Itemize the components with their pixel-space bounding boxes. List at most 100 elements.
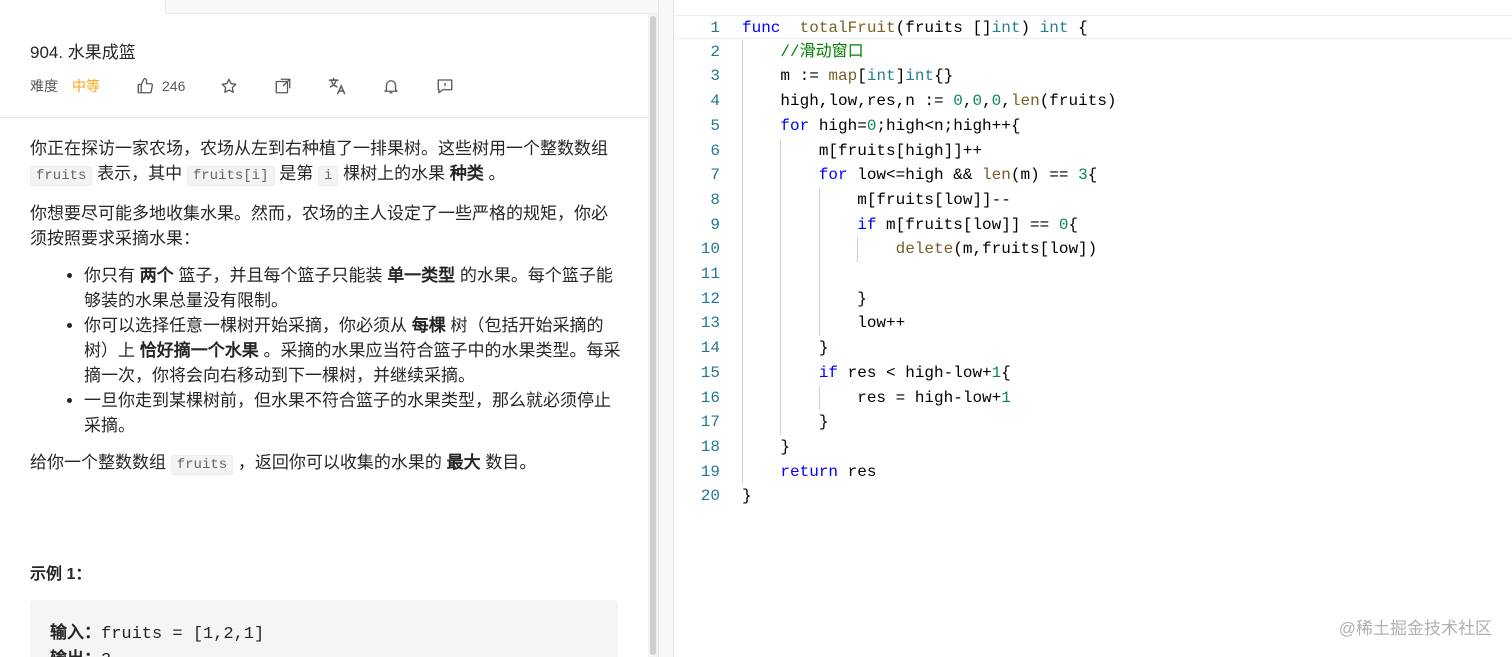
code-line[interactable]: 8 m[fruits[low]]-- [675, 188, 1512, 212]
scrollbar-thumb[interactable] [650, 16, 656, 655]
code-token: (fruits) [1039, 92, 1117, 111]
code-token: 1 [1001, 388, 1011, 407]
code-token: { [1068, 215, 1079, 234]
code-line[interactable]: 2 //滑动窗口 [675, 40, 1512, 64]
code-token: ;high<n;high++{ [876, 116, 1021, 135]
line-number: 13 [700, 314, 720, 333]
line-number: 12 [700, 289, 720, 308]
code-text: } [742, 336, 829, 360]
code-token: len [1010, 92, 1040, 111]
tab-strip [0, 0, 660, 14]
code-text: for low<=high && len(m) == 3{ [742, 163, 1097, 187]
code-token: 0 [866, 116, 877, 135]
problem-statement: 你正在探访一家农场，农场从左到右种植了一排果树。这些树用一个整数数组 fruit… [30, 136, 622, 490]
code-line[interactable]: 6 m[fruits[high]]++ [675, 139, 1512, 163]
line-number: 7 [710, 166, 720, 185]
code-token: delete [895, 240, 954, 259]
statement-text: 。 [483, 164, 506, 183]
feedback-button[interactable] [435, 76, 455, 96]
code-token: 0 [972, 92, 983, 111]
line-number: 2 [710, 42, 720, 61]
code-token: ) [1020, 19, 1040, 37]
favorite-button[interactable] [219, 76, 239, 96]
code-token: (m) == [1010, 166, 1079, 185]
code-line[interactable]: 18 } [675, 435, 1512, 459]
code-token: } [742, 339, 829, 358]
line-number: 1 [710, 19, 720, 37]
share-button[interactable] [273, 76, 293, 96]
example-input-label: 输入： [50, 623, 101, 642]
code-line[interactable]: 19 return res [675, 460, 1512, 484]
code-line[interactable]: 7 for low<=high && len(m) == 3{ [675, 163, 1512, 187]
like-button[interactable]: 246 [136, 77, 185, 95]
description-scrollbar[interactable] [648, 14, 658, 657]
code-token: m[fruits[low]] == [876, 215, 1059, 234]
code-token: [ [857, 67, 867, 86]
line-number: 20 [700, 487, 720, 506]
code-token: } [742, 289, 867, 308]
translate-button[interactable] [327, 76, 347, 96]
problem-title: 904. 水果成篮 [30, 43, 136, 62]
feedback-icon [437, 79, 453, 94]
code-line[interactable]: 14 } [675, 336, 1512, 360]
code-line[interactable]: 9 if m[fruits[low]] == 0{ [675, 213, 1512, 237]
statement-text: ，返回你可以收集的水果的 [233, 453, 447, 472]
code-token: 0 [953, 92, 963, 111]
code-editor[interactable]: 1 func totalFruit(fruits []int) int {2 //… [675, 14, 1512, 657]
code-token: m[fruits[low]]-- [742, 190, 1011, 209]
code-token: low<=high && [847, 166, 983, 185]
example-block: 输入：fruits = [1,2,1] 输出：3 [30, 600, 618, 657]
bell-icon [384, 80, 399, 94]
statement-text: 数目。 [480, 453, 537, 472]
code-token: { [1087, 166, 1098, 185]
code-line[interactable]: 20} [675, 484, 1512, 508]
code-token: int [1039, 19, 1069, 37]
rules-list: 你只有 两个 篮子，并且每个篮子只能装 单一类型 的水果。每个篮子能够装的水果总… [84, 263, 622, 438]
code-text: m[fruits[low]]-- [742, 188, 1011, 212]
emphasis-text: 两个 [139, 266, 174, 285]
code-line[interactable]: 15 if res < high-low+1{ [675, 361, 1512, 385]
like-count: 246 [162, 78, 186, 94]
meta-divider [0, 117, 648, 118]
code-token: } [742, 413, 829, 432]
code-token: , [962, 92, 973, 111]
code-token: //滑动窗口 [780, 42, 864, 61]
code-line[interactable]: 4 high,low,res,n := 0,0,0,len(fruits) [675, 89, 1512, 113]
code-line[interactable]: 3 m := map[int]int{} [675, 64, 1512, 88]
code-line[interactable]: 1 func totalFruit(fruits []int) int { [675, 15, 1512, 39]
code-line[interactable]: 17 } [675, 410, 1512, 434]
inline-code: fruits [170, 455, 234, 475]
code-text: } [742, 435, 790, 459]
code-line[interactable]: 16 res = high-low+1 [675, 386, 1512, 410]
notification-button[interactable] [381, 76, 401, 96]
code-line[interactable]: 10 delete(m,fruits[low]) [675, 237, 1512, 261]
code-line[interactable]: 13 low++ [675, 311, 1512, 335]
code-token: (fruits [] [895, 19, 992, 37]
line-number: 8 [710, 190, 720, 209]
code-text: } [742, 410, 829, 434]
example-output-label: 输出： [50, 649, 101, 657]
code-token: { [1001, 363, 1011, 382]
code-line[interactable]: 11 [675, 262, 1512, 286]
code-line[interactable]: 5 for high=0;high<n;high++{ [675, 114, 1512, 138]
panel-splitter[interactable] [658, 0, 674, 657]
statement-text: 你只有 [84, 266, 140, 285]
code-token: (m,fruits[low]) [953, 240, 1098, 259]
line-number: 18 [700, 437, 720, 456]
statement-text: 给你一个整数数组 [30, 453, 171, 472]
code-token: totalFruit [799, 19, 896, 37]
example-output-value: 3 [101, 651, 111, 657]
code-text: for high=0;high<n;high++{ [742, 114, 1020, 138]
code-token: , [982, 92, 992, 111]
emphasis-text: 种类 [449, 164, 484, 183]
rule-item: 你可以选择任意一棵树开始采摘，你必须从 每棵 树（包括开始采摘的树）上 恰好摘一… [84, 313, 622, 388]
code-line[interactable]: 12 } [675, 287, 1512, 311]
star-icon [221, 78, 237, 93]
code-token: int [866, 67, 896, 86]
rule-item: 你只有 两个 篮子，并且每个篮子只能装 单一类型 的水果。每个篮子能够装的水果总… [84, 263, 622, 313]
tab-description[interactable] [0, 0, 166, 14]
code-token: low++ [742, 314, 906, 333]
code-token: } [742, 487, 752, 506]
